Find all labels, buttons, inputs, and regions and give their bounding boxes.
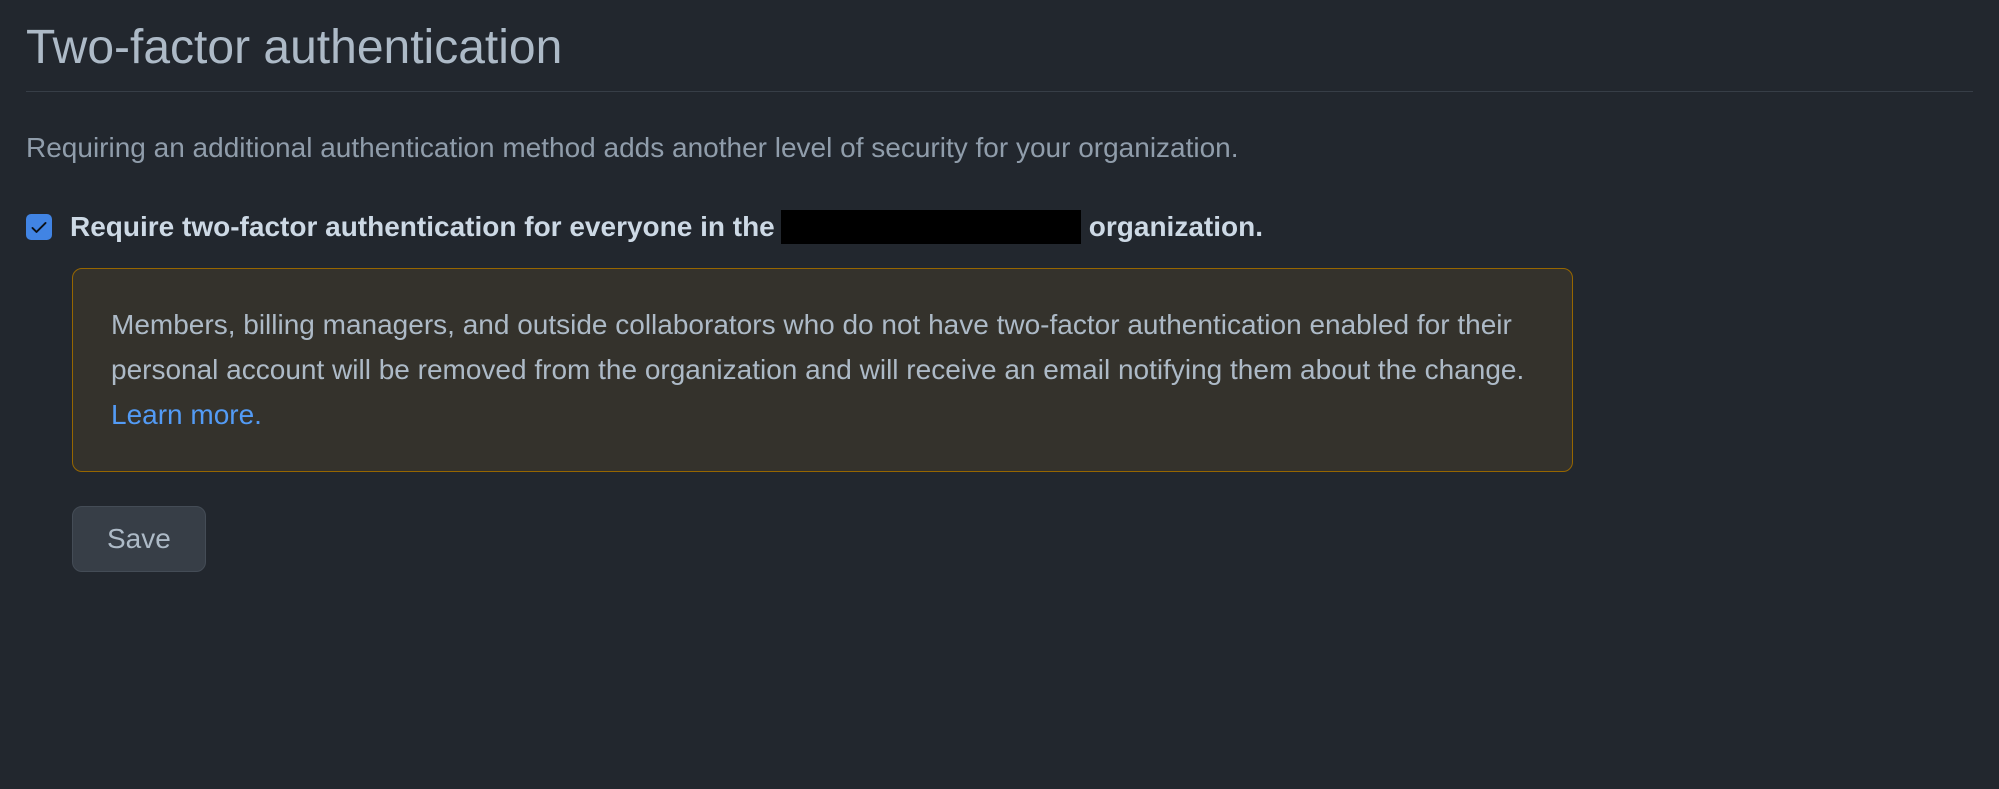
org-name-redacted <box>781 210 1081 244</box>
require-2fa-checkbox[interactable] <box>26 214 52 240</box>
warning-notice: Members, billing managers, and outside c… <box>72 268 1573 472</box>
label-suffix: organization. <box>1089 211 1263 243</box>
warning-text: Members, billing managers, and outside c… <box>111 309 1524 385</box>
learn-more-link[interactable]: Learn more. <box>111 399 262 430</box>
label-prefix: Require two-factor authentication for ev… <box>70 211 775 243</box>
require-2fa-row: Require two-factor authentication for ev… <box>26 210 1973 244</box>
check-icon <box>29 217 49 237</box>
require-2fa-label[interactable]: Require two-factor authentication for ev… <box>70 210 1263 244</box>
save-button[interactable]: Save <box>72 506 206 572</box>
section-title: Two-factor authentication <box>26 20 1973 92</box>
section-description: Requiring an additional authentication m… <box>26 132 1973 164</box>
